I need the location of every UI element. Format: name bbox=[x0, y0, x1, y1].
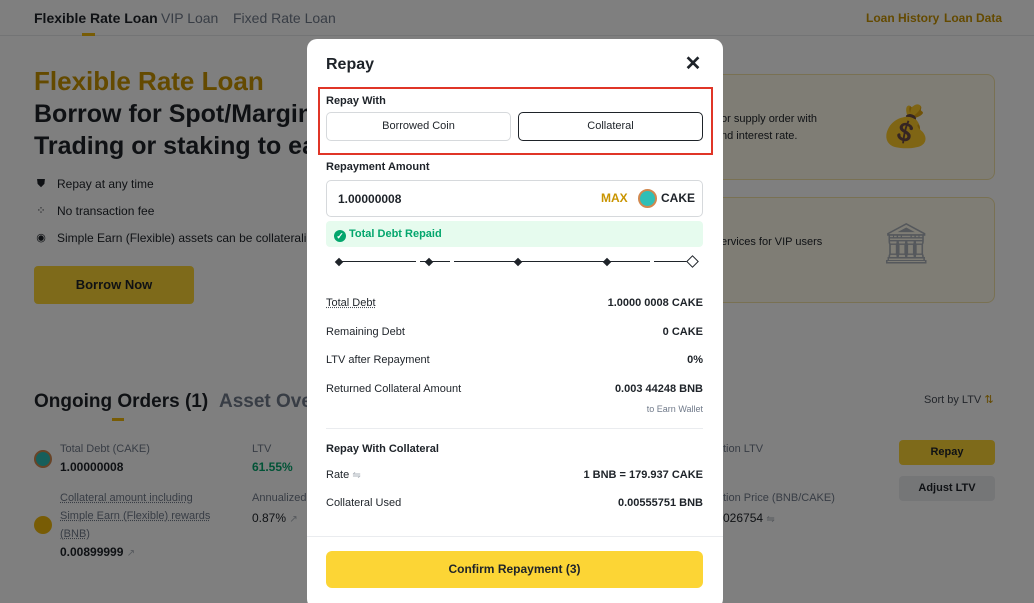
debt-repaid-notice: ✓ Total Debt Repaid bbox=[326, 221, 703, 247]
collateral-used-value: 0.00555751 BNB bbox=[617, 497, 703, 509]
modal-title: Repay bbox=[326, 56, 375, 73]
remaining-debt-value: 0 CAKE bbox=[662, 326, 703, 338]
borrowed-coin-option[interactable]: Borrowed Coin bbox=[326, 112, 511, 141]
ltv-after-repayment-label: LTV after Repayment bbox=[326, 354, 430, 366]
slider-tick bbox=[334, 257, 344, 267]
slider-gap bbox=[450, 259, 454, 265]
total-debt-row-label: Total Debt bbox=[326, 297, 376, 309]
repayment-amount-input[interactable]: 1.00000008 MAX CAKE bbox=[326, 180, 703, 217]
confirm-repayment-button[interactable]: Confirm Repayment (3) bbox=[326, 551, 703, 588]
repay-with-collateral-title: Repay With Collateral bbox=[326, 443, 439, 455]
returned-collateral-value: 0.003 44248 BNB bbox=[614, 383, 703, 395]
repayment-amount-label: Repayment Amount bbox=[326, 161, 430, 173]
collateral-used-label: Collateral Used bbox=[326, 497, 402, 509]
ltv-after-repayment-value: 0% bbox=[687, 354, 703, 366]
amount-value: 1.00000008 bbox=[338, 192, 402, 206]
remaining-debt-label: Remaining Debt bbox=[326, 326, 405, 338]
returned-collateral-destination: to Earn Wallet bbox=[646, 404, 703, 414]
coin-label: CAKE bbox=[661, 191, 696, 205]
rate-label: Rate ⇋ bbox=[326, 469, 361, 481]
cake-coin-icon bbox=[638, 189, 657, 208]
returned-collateral-label: Returned Collateral Amount bbox=[326, 383, 462, 395]
swap-icon[interactable]: ⇋ bbox=[352, 470, 360, 481]
check-circle-icon: ✓ bbox=[334, 230, 346, 242]
collateral-option[interactable]: Collateral bbox=[518, 112, 703, 141]
section-divider bbox=[326, 428, 703, 429]
close-icon[interactable]: ✕ bbox=[683, 53, 703, 75]
repay-modal: Repay ✕ Repay With Borrowed Coin Collate… bbox=[307, 39, 723, 603]
rate-value: 1 BNB = 179.937 CAKE bbox=[583, 469, 703, 481]
slider-gap bbox=[650, 259, 654, 265]
slider-tick bbox=[513, 257, 523, 267]
slider-tick bbox=[424, 257, 434, 267]
notice-text: Total Debt Repaid bbox=[349, 228, 442, 240]
footer-divider bbox=[307, 536, 723, 537]
max-button[interactable]: MAX bbox=[601, 191, 628, 205]
rate-label-text: Rate bbox=[326, 469, 350, 481]
slider-thumb[interactable] bbox=[686, 255, 699, 268]
slider-gap bbox=[416, 259, 420, 265]
repayment-slider[interactable] bbox=[334, 255, 699, 268]
repay-with-label: Repay With bbox=[326, 95, 386, 107]
total-debt-row-value: 1.0000 0008 CAKE bbox=[607, 297, 703, 309]
